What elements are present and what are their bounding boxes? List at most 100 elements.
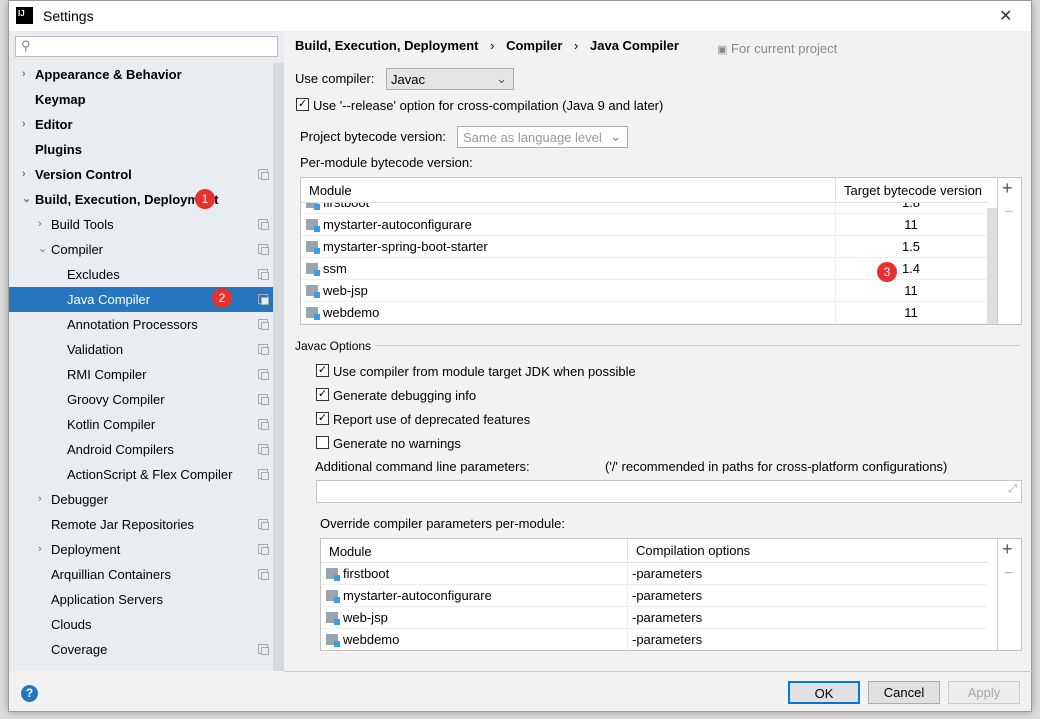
compilation-options[interactable]: -parameters [632, 563, 702, 585]
sidebar-item-debugger[interactable]: › Debugger [9, 487, 273, 512]
table-row[interactable]: webdemo -parameters [321, 629, 987, 650]
table-row[interactable]: firstboot 1.8 [301, 203, 987, 214]
release-checkbox[interactable]: ✓ [296, 98, 309, 111]
add-button[interactable]: + [1002, 539, 1013, 560]
compilation-options[interactable]: -parameters [632, 585, 702, 607]
sidebar-item-label: Plugins [35, 142, 82, 157]
sidebar-item-deployment[interactable]: › Deployment [9, 537, 273, 562]
chevron-right-icon[interactable]: › [22, 162, 26, 187]
target-version[interactable]: 1.5 [835, 236, 987, 258]
close-button[interactable]: ✕ [999, 6, 1012, 26]
add-button[interactable]: + [1002, 178, 1013, 199]
javac-option-label: Generate debugging info [333, 388, 477, 403]
table-row[interactable]: mystarter-spring-boot-starter 1.5 [301, 236, 987, 258]
column-header-module[interactable]: Module [329, 544, 372, 559]
sidebar-item-plugins[interactable]: Plugins [9, 137, 273, 162]
chevron-right-icon[interactable]: › [38, 487, 42, 512]
table-scrollbar[interactable] [987, 208, 997, 324]
sidebar-item-kotlin-compiler[interactable]: Kotlin Compiler [9, 412, 273, 437]
sidebar-scrollbar[interactable] [273, 63, 284, 671]
chevron-right-icon[interactable]: › [22, 112, 26, 137]
sidebar-item-label: Groovy Compiler [67, 392, 165, 407]
project-scope-icon [258, 244, 269, 255]
breadcrumb-item[interactable]: Build, Execution, Deployment [295, 38, 478, 53]
sidebar-item-clouds[interactable]: Clouds [9, 612, 273, 637]
module-folder-icon [306, 219, 320, 232]
table-header: Module Target bytecode version [301, 178, 987, 203]
project-scope-icon [258, 644, 269, 655]
help-button[interactable]: ? [21, 685, 38, 702]
table-row[interactable]: web-jsp 11 [301, 280, 987, 302]
target-version[interactable]: 11 [835, 280, 987, 302]
sidebar-item-application-servers[interactable]: Application Servers [9, 587, 273, 612]
table-row[interactable]: firstboot -parameters [321, 563, 987, 585]
badge-3: 3 [877, 262, 897, 282]
sidebar-item-groovy-compiler[interactable]: Groovy Compiler [9, 387, 273, 412]
sidebar-item-build-tools[interactable]: › Build Tools [9, 212, 273, 237]
sidebar-item-editor[interactable]: › Editor [9, 112, 273, 137]
column-header-options[interactable]: Compilation options [627, 539, 750, 563]
sidebar-item-validation[interactable]: Validation [9, 337, 273, 362]
table-row[interactable]: mystarter-autoconfigurare -parameters [321, 585, 987, 607]
javac-option-checkbox[interactable]: ✓ [316, 412, 329, 425]
chevron-down-icon[interactable]: ⌄ [38, 237, 47, 262]
sidebar-item-arquillian-containers[interactable]: Arquillian Containers [9, 562, 273, 587]
sidebar-item-version-control[interactable]: › Version Control [9, 162, 273, 187]
module-folder-icon [306, 263, 320, 276]
cancel-button[interactable]: Cancel [868, 681, 940, 704]
sidebar-item-android-compilers[interactable]: Android Compilers [9, 437, 273, 462]
override-label: Override compiler parameters per-module: [320, 516, 565, 531]
chevron-down-icon[interactable]: ⌄ [22, 187, 31, 212]
apply-button[interactable]: Apply [948, 681, 1020, 704]
sidebar-item-keymap[interactable]: Keymap [9, 87, 273, 112]
target-version[interactable]: 1.8 [835, 203, 987, 214]
column-header-target[interactable]: Target bytecode version [835, 178, 982, 203]
expand-icon[interactable]: ⤢ [1008, 483, 1017, 496]
target-version[interactable]: 11 [835, 214, 987, 236]
javac-option-checkbox[interactable]: ✓ [316, 388, 329, 401]
sidebar-item-label: RMI Compiler [67, 367, 147, 382]
sidebar-item-annotation-processors[interactable]: Annotation Processors [9, 312, 273, 337]
module-folder-icon [326, 568, 340, 581]
target-version[interactable]: 11 [835, 302, 987, 324]
column-header-module[interactable]: Module [309, 183, 352, 198]
sidebar-item-label: Remote Jar Repositories [51, 517, 195, 532]
sidebar-item-rmi-compiler[interactable]: RMI Compiler [9, 362, 273, 387]
project-scope-icon [258, 219, 269, 230]
additional-params-input[interactable]: ⤢ [316, 480, 1022, 503]
search-input[interactable]: ⚲ [15, 36, 278, 57]
project-scope-icon [258, 394, 269, 405]
chevron-right-icon[interactable]: › [38, 212, 42, 237]
sidebar-item-actionscript-flex-compiler[interactable]: ActionScript & Flex Compiler [9, 462, 273, 487]
javac-option-checkbox[interactable] [316, 436, 329, 449]
remove-button[interactable]: − [1004, 204, 1013, 222]
table-row[interactable]: mystarter-autoconfigurare 11 [301, 214, 987, 236]
ok-button[interactable]: OK [788, 681, 860, 704]
sidebar-item-build-execution-deployment[interactable]: ⌄ Build, Execution, Deployment [9, 187, 273, 212]
sidebar-item-compiler[interactable]: ⌄ Compiler [9, 237, 273, 262]
javac-option-label: Report use of deprecated features [333, 412, 531, 427]
sidebar-item-java-compiler[interactable]: Java Compiler [9, 287, 273, 312]
table-row[interactable]: web-jsp -parameters [321, 607, 987, 629]
sidebar-item-label: Debugger [51, 492, 109, 507]
project-scope-icon [258, 369, 269, 380]
sidebar: ⚲ › Appearance & Behavior Keymap › Editor Plu… [9, 31, 284, 671]
badge-1: 1 [195, 189, 215, 209]
remove-button[interactable]: − [1004, 565, 1013, 583]
sidebar-item-appearance-behavior[interactable]: › Appearance & Behavior [9, 62, 273, 87]
javac-option-checkbox[interactable]: ✓ [316, 364, 329, 377]
sidebar-item-excludes[interactable]: Excludes [9, 262, 273, 287]
module-name: webdemo [323, 305, 380, 320]
compilation-options[interactable]: -parameters [632, 607, 702, 629]
target-version[interactable]: 1.4 [835, 258, 987, 280]
project-scope-icon [258, 169, 269, 180]
project-bytecode-select[interactable]: Same as language level ⌄ [457, 126, 628, 148]
table-row[interactable]: webdemo 11 [301, 302, 987, 324]
compilation-options[interactable]: -parameters [632, 629, 702, 650]
breadcrumb-item[interactable]: Compiler [506, 38, 562, 53]
sidebar-item-remote-jar-repositories[interactable]: Remote Jar Repositories [9, 512, 273, 537]
chevron-right-icon[interactable]: › [22, 62, 26, 87]
compiler-select[interactable]: Javac ⌄ [386, 68, 514, 90]
sidebar-item-coverage[interactable]: Coverage [9, 637, 273, 662]
chevron-right-icon[interactable]: › [38, 537, 42, 562]
